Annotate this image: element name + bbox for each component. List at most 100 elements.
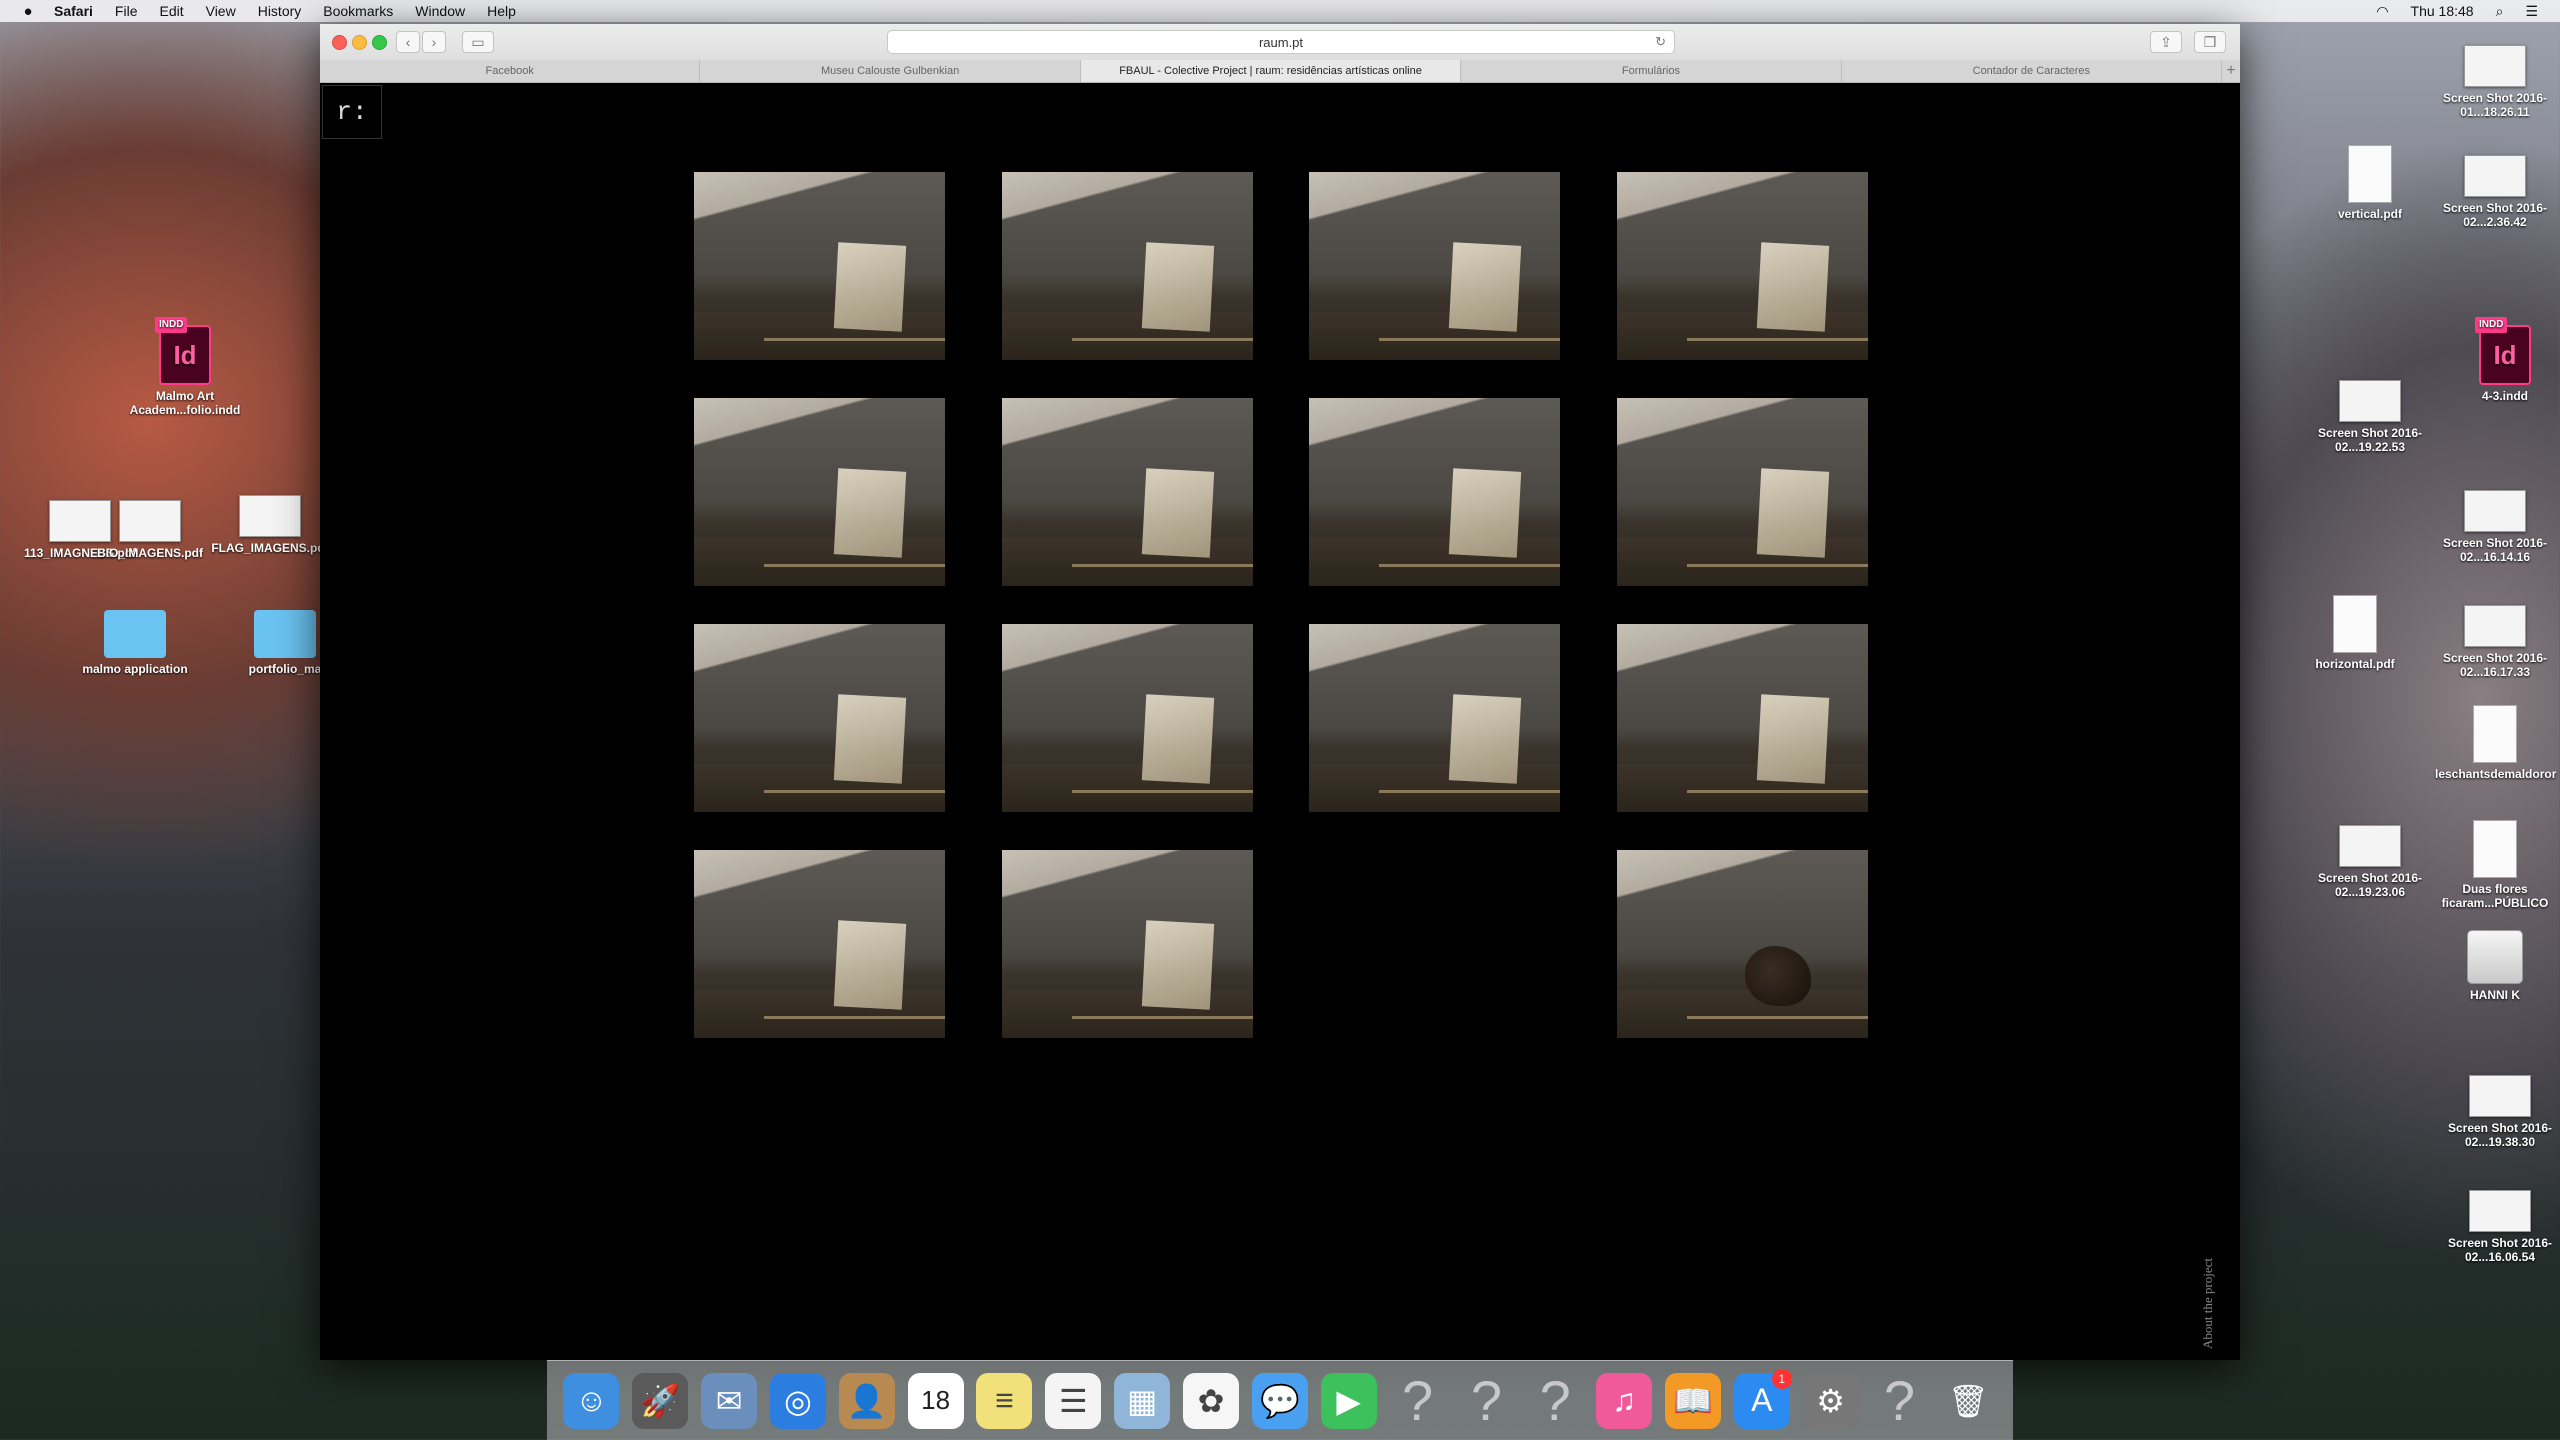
mail-icon[interactable]: ✉ xyxy=(701,1372,758,1429)
photo-shelf-edge xyxy=(1072,338,1253,341)
photo-shelf-edge xyxy=(1072,790,1253,793)
unknown-app-icon[interactable]: ? xyxy=(1390,1369,1446,1432)
desktop-icon[interactable]: INDD Id Malmo Art Academ...folio.indd xyxy=(125,317,245,417)
minimize-window-button[interactable] xyxy=(352,35,367,50)
apple-menu-icon[interactable]: ● xyxy=(20,3,36,20)
about-project-link[interactable]: About the project xyxy=(2200,1258,2220,1418)
close-window-button[interactable] xyxy=(332,35,347,50)
back-button[interactable]: ‹ xyxy=(396,31,420,53)
notes-icon[interactable]: ≡ xyxy=(976,1372,1033,1429)
safari-icon[interactable]: ◎ xyxy=(769,1372,826,1429)
desktop-icon[interactable]: INDD Id 4-3.indd xyxy=(2445,317,2560,403)
share-button[interactable]: ⇪ xyxy=(2150,31,2182,53)
menu-history[interactable]: History xyxy=(258,3,302,19)
gallery-photo[interactable] xyxy=(1002,850,1253,1038)
browser-tab[interactable]: Museu Calouste Gulbenkian xyxy=(700,60,1081,82)
gallery-photo[interactable] xyxy=(1309,624,1560,812)
desktop-icon[interactable]: FLAG_IMAGENS.pdf xyxy=(210,495,330,555)
app-store-icon[interactable]: A1 xyxy=(1733,1368,1792,1429)
calendar-icon[interactable]: 18 xyxy=(907,1372,964,1429)
tabs-overview-button[interactable]: ❐ xyxy=(2194,31,2226,53)
unknown-app-icon[interactable]: ? xyxy=(1871,1369,1927,1432)
safari-window: ‹ › ▭ raum.pt ↻ ⇪ ❐ Facebook Museu Calous… xyxy=(320,24,2240,1360)
menu-file[interactable]: File xyxy=(115,3,138,19)
contacts-icon[interactable]: 👤 xyxy=(838,1372,895,1429)
desktop-icon[interactable]: Screen Shot 2016-02...19.23.06 xyxy=(2310,825,2430,899)
desktop-icon[interactable]: Screen Shot 2016-02...19.22.53 xyxy=(2310,380,2430,454)
menu-edit[interactable]: Edit xyxy=(159,3,183,19)
menu-window[interactable]: Window xyxy=(415,3,465,19)
browser-tab[interactable]: Formulários xyxy=(1461,60,1842,82)
menu-help[interactable]: Help xyxy=(487,3,516,19)
gallery-photo[interactable] xyxy=(694,398,945,586)
desktop-icon[interactable]: Screen Shot 2016-02...16.17.33 xyxy=(2435,605,2555,679)
facetime-icon[interactable]: ▶ xyxy=(1320,1372,1377,1429)
new-tab-icon[interactable]: + xyxy=(2222,60,2240,82)
desktop-icon[interactable]: Screen Shot 2016-02...2.36.42 xyxy=(2435,155,2555,229)
browser-tab[interactable]: FBAUL - Colective Project | raum: residê… xyxy=(1080,60,1462,82)
browser-tab[interactable]: Facebook xyxy=(320,60,701,82)
gallery-photo[interactable] xyxy=(1002,172,1253,360)
zoom-window-button[interactable] xyxy=(372,35,387,50)
gallery-photo[interactable] xyxy=(694,172,945,360)
unknown-app-icon[interactable]: ? xyxy=(1527,1369,1583,1432)
photo-rock xyxy=(1745,946,1811,1006)
desktop-icon[interactable]: Screen Shot 2016-02...19.38.30 xyxy=(2440,1075,2560,1149)
address-bar[interactable]: raum.pt ↻ xyxy=(887,30,1675,54)
desktop-icon-label: Screen Shot 2016-02...16.14.16 xyxy=(2442,536,2548,564)
gallery-photo[interactable] xyxy=(694,850,945,1038)
photo-shelf xyxy=(1002,538,1253,586)
gallery-photo[interactable] xyxy=(1309,172,1560,360)
desktop-icon[interactable]: HANNI K xyxy=(2435,930,2555,1002)
desktop-icon[interactable]: Duas flores ficaram...PÚBLICO xyxy=(2435,820,2555,910)
menu-view[interactable]: View xyxy=(206,3,236,19)
menu-app-name[interactable]: Safari xyxy=(54,3,93,19)
sidebar-toggle-button[interactable]: ▭ xyxy=(462,31,494,53)
trash-icon[interactable]: 🗑 xyxy=(1940,1373,1996,1429)
desktop-icon[interactable]: vertical.pdf xyxy=(2310,145,2430,221)
desktop-icon-label: Screen Shot 2016-02...2.36.42 xyxy=(2442,201,2548,229)
gallery-photo[interactable] xyxy=(1617,624,1868,812)
gallery-photo[interactable] xyxy=(1002,398,1253,586)
finder-icon[interactable]: ☺ xyxy=(563,1372,620,1429)
spotlight-icon[interactable]: ⌕ xyxy=(2496,3,2504,20)
launchpad-icon[interactable]: 🚀 xyxy=(632,1372,689,1429)
menu-bookmarks[interactable]: Bookmarks xyxy=(323,3,393,19)
desktop-icon[interactable]: BIO_IMAGENS.pdf xyxy=(90,500,210,560)
gallery-photo[interactable] xyxy=(1617,398,1868,586)
sidebar-icon: ▭ xyxy=(471,33,485,50)
site-logo[interactable]: r: xyxy=(322,85,382,139)
desktop-icon-label: HANNI K xyxy=(2470,988,2520,1002)
gallery-photo[interactable] xyxy=(1617,850,1868,1038)
desktop-icon[interactable]: Screen Shot 2016-02...16.14.16 xyxy=(2435,490,2555,564)
notification-center-icon[interactable]: ☰ xyxy=(2525,3,2538,20)
system-preferences-icon[interactable]: ⚙ xyxy=(1802,1372,1859,1429)
desktop-icon[interactable]: Screen Shot 2016-02...16.06.54 xyxy=(2440,1190,2560,1264)
preview-icon[interactable]: ▦ xyxy=(1114,1372,1171,1429)
gallery-photo[interactable] xyxy=(1309,398,1560,586)
gallery-photo[interactable] xyxy=(1617,172,1868,360)
desktop-icon[interactable]: horizontal.pdf xyxy=(2295,595,2415,671)
unknown-app-icon[interactable]: ? xyxy=(1458,1369,1514,1432)
desktop-icon[interactable]: leschantsdemaldoror xyxy=(2435,705,2556,781)
messages-icon[interactable]: 💬 xyxy=(1251,1372,1308,1429)
gallery-photo[interactable] xyxy=(694,624,945,812)
ibooks-icon[interactable]: 📖 xyxy=(1664,1372,1721,1429)
desktop-icon-label: Duas flores ficaram...PÚBLICO xyxy=(2441,882,2549,910)
reload-icon[interactable]: ↻ xyxy=(1655,34,1666,50)
itunes-icon[interactable]: ♫ xyxy=(1596,1372,1653,1429)
clock[interactable]: Thu 18:48 xyxy=(2411,3,2474,19)
gallery-photo[interactable] xyxy=(1002,624,1253,812)
forward-button[interactable]: › xyxy=(422,31,446,53)
tabs-icon: ❐ xyxy=(2203,33,2217,50)
desktop-icon-label: Screen Shot 2016-01...18.26.11 xyxy=(2442,91,2548,119)
screenshot-file-icon xyxy=(2464,155,2526,197)
wifi-icon[interactable]: ◠ xyxy=(2376,3,2388,20)
desktop-icon[interactable]: Screen Shot 2016-01...18.26.11 xyxy=(2435,45,2555,119)
browser-tab[interactable]: Contador de Caracteres xyxy=(1842,60,2223,82)
reminders-icon[interactable]: ☰ xyxy=(1045,1372,1102,1429)
photos-icon[interactable]: ✿ xyxy=(1183,1372,1240,1429)
photo-paper xyxy=(1141,694,1215,784)
desktop-icon[interactable]: malmo application xyxy=(75,610,195,676)
dock: ☺ 🚀 ✉ ◎ 👤 18 ≡ ☰ ▦ ✿ 💬 ▶??? ♫ 📖 A 1 ⚙? 🗑 xyxy=(547,1360,2013,1440)
